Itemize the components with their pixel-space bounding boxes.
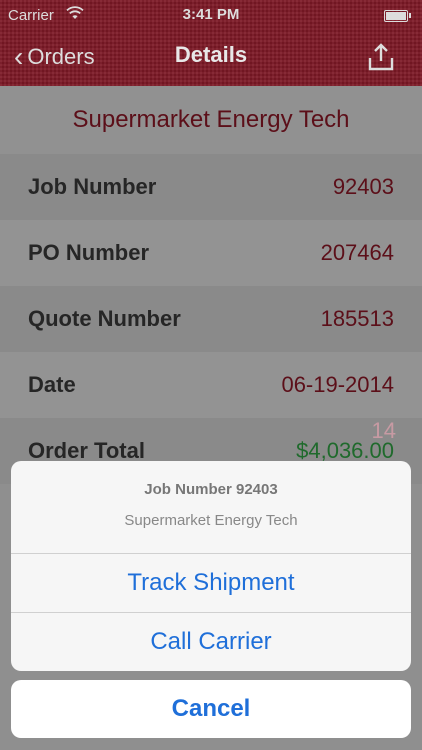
row-key: Date	[28, 372, 76, 397]
clock: 3:41 PM	[182, 6, 240, 23]
detail-row: Job Number 92403	[0, 154, 422, 220]
detail-row: Quote Number 185513	[0, 286, 422, 352]
detail-row: PO Number 207464	[0, 220, 422, 286]
action-sheet-header: Job Number 92403 Supermarket Energy Tech	[11, 461, 411, 554]
track-shipment-button[interactable]: Track Shipment	[11, 554, 411, 613]
detail-rows: Job Number 92403 PO Number 207464 Quote …	[0, 154, 422, 484]
company-name: Supermarket Energy Tech	[0, 86, 422, 154]
call-carrier-button[interactable]: Call Carrier	[11, 613, 411, 671]
action-sheet-title: Job Number 92403	[144, 481, 278, 498]
row-key: PO Number	[28, 240, 150, 265]
row-value: 92403	[332, 174, 394, 199]
status-bar: Carrier 3:41 PM	[0, 0, 422, 32]
cancel-button[interactable]: Cancel	[11, 680, 411, 738]
page-title: Details	[174, 42, 248, 67]
nav-bar: ‹ Orders Details	[0, 32, 422, 86]
row-value: 06-19-2014	[281, 372, 394, 397]
row-key: Job Number	[28, 174, 157, 199]
battery-icon	[384, 10, 411, 22]
row-value: 207464	[320, 240, 394, 265]
screen: Carrier 3:41 PM ‹ Orders Details Superma…	[0, 0, 422, 750]
row-key: Quote Number	[28, 306, 181, 331]
obscured-value: 14	[371, 418, 396, 443]
action-sheet-subtitle: Supermarket Energy Tech	[124, 512, 298, 529]
details-content: Supermarket Energy Tech Job Number 92403…	[0, 86, 422, 484]
detail-row: Date 06-19-2014	[0, 352, 422, 418]
top-bar: Carrier 3:41 PM ‹ Orders Details	[0, 0, 422, 86]
row-value: 185513	[320, 306, 394, 331]
share-icon[interactable]	[366, 42, 396, 72]
action-sheet: Job Number 92403 Supermarket Energy Tech…	[11, 461, 411, 671]
